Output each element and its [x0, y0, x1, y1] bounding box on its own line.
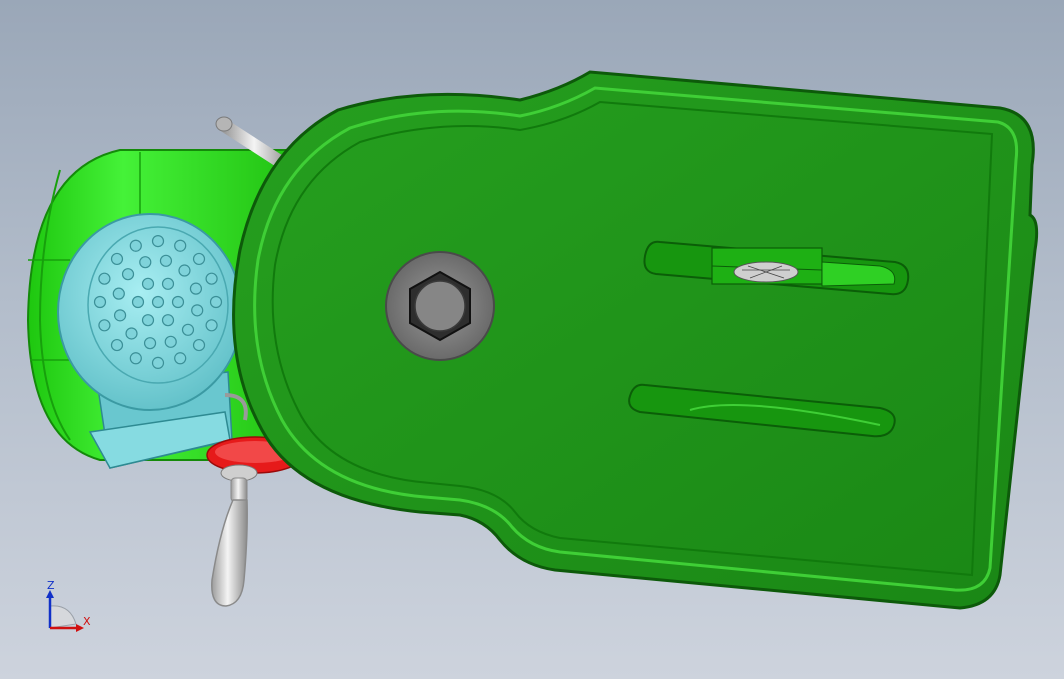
- x-axis-label: X: [83, 615, 91, 628]
- hex-nut-icon[interactable]: [385, 251, 495, 361]
- cad-viewport[interactable]: [0, 0, 1064, 679]
- z-axis-label: Z: [47, 579, 55, 592]
- handwheel-handle[interactable]: [211, 464, 258, 607]
- fan-cover[interactable]: [57, 213, 243, 411]
- coordinate-triad-icon: Z X: [46, 579, 91, 632]
- blade-guard-cover[interactable]: [232, 70, 1039, 610]
